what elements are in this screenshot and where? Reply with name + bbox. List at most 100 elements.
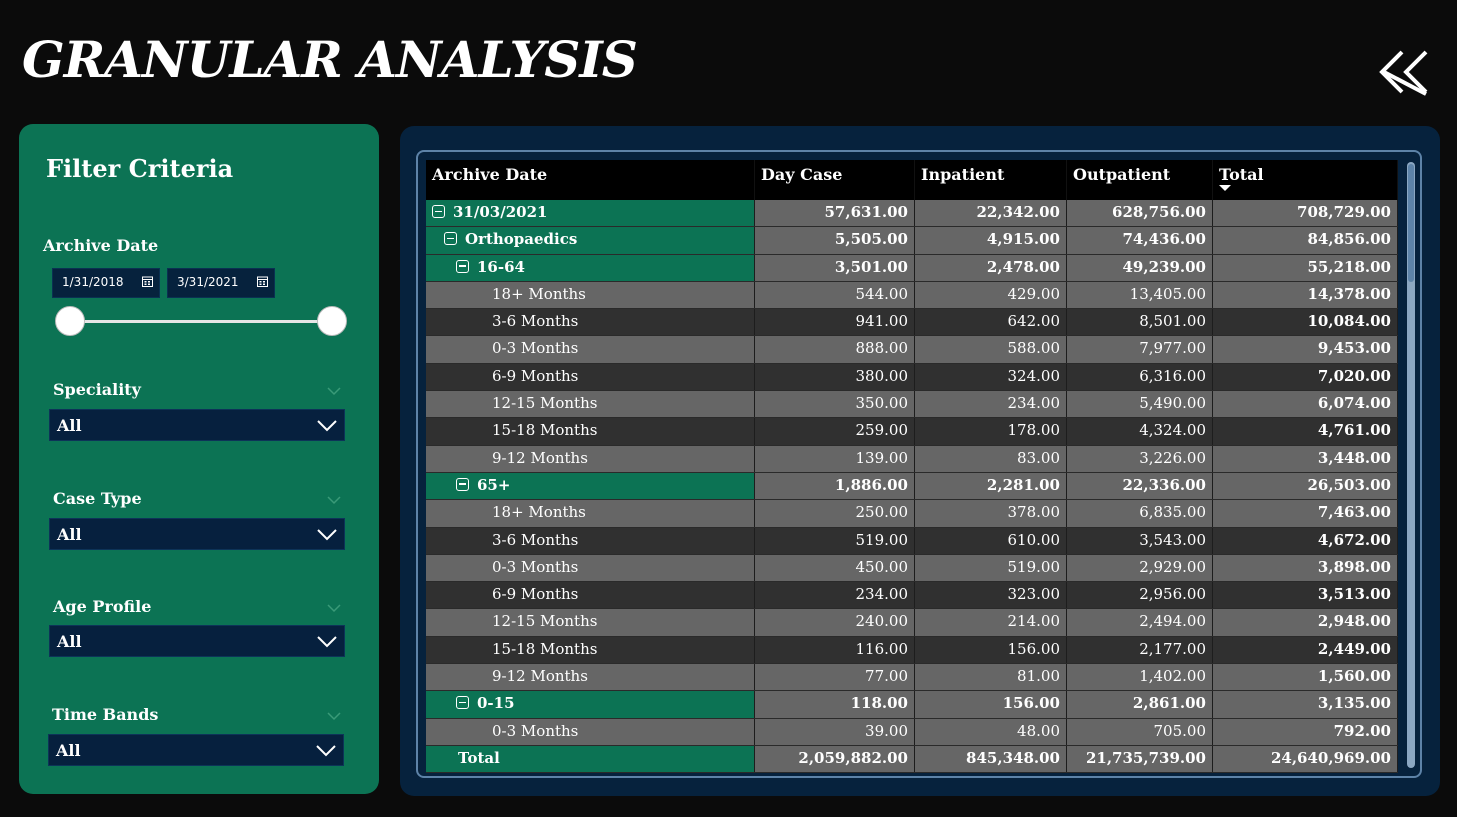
table-row: 3-6 Months 941.00 642.00 8,501.00 10,084.00 <box>426 309 1398 337</box>
day-case-cell: 250.00 <box>755 500 915 527</box>
outpatient-cell: 49,239.00 <box>1067 254 1213 281</box>
calendar-icon[interactable] <box>257 276 268 287</box>
column-header-total-label: Total <box>1219 165 1264 184</box>
inpatient-cell: 429.00 <box>915 281 1067 309</box>
total-cell: 708,729.00 <box>1213 200 1398 227</box>
table-row: Orthopaedics 5,505.00 4,915.00 74,436.00 84,… <box>426 227 1398 255</box>
collapse-icon[interactable] <box>444 232 457 246</box>
day-case-cell: 39.00 <box>755 718 915 745</box>
day-case-cell: 5,505.00 <box>755 227 915 254</box>
collapse-icon[interactable] <box>456 477 469 491</box>
table-row: 6-9 Months 234.00 323.00 2,956.00 3,513.00 <box>426 582 1398 610</box>
inpatient-cell: 324.00 <box>915 363 1067 391</box>
inpatient-cell: 610.00 <box>915 527 1067 554</box>
column-header-day-case[interactable]: Day Case <box>755 160 915 200</box>
day-case-cell: 240.00 <box>755 609 915 636</box>
total-cell: 7,020.00 <box>1213 363 1398 391</box>
total-cell: 1,560.00 <box>1213 664 1398 691</box>
day-case-cell: 116.00 <box>755 636 915 664</box>
time-bands-dropdown[interactable]: All <box>48 734 344 766</box>
day-case-cell: 259.00 <box>755 418 915 445</box>
table-panel: Archive Date Day Case Inpatient Outpatie… <box>400 126 1440 796</box>
date-range-slider-track[interactable] <box>69 320 333 323</box>
table-row: 0-3 Months 888.00 588.00 7,977.00 9,453.00 <box>426 336 1398 364</box>
row-label-cell: 9-12 Months <box>426 445 755 472</box>
column-header-inpatient[interactable]: Inpatient <box>915 160 1067 200</box>
day-case-cell: 941.00 <box>755 309 915 336</box>
table-row: 15-18 Months 116.00 156.00 2,177.00 2,449.00 <box>426 636 1398 665</box>
inpatient-cell: 178.00 <box>915 418 1067 445</box>
row-label-cell: 15-18 Months <box>426 418 755 445</box>
case-type-dropdown[interactable]: All <box>49 518 345 550</box>
total-total: 24,640,969.00 <box>1213 745 1398 773</box>
table-row: 12-15 Months 350.00 234.00 5,490.00 6,074.00 <box>426 391 1398 419</box>
calendar-icon[interactable] <box>142 276 153 287</box>
row-label-cell: 0-15 <box>426 691 755 718</box>
inpatient-cell: 156.00 <box>915 636 1067 664</box>
total-cell: 3,448.00 <box>1213 445 1398 472</box>
chevron-down-icon[interactable] <box>327 386 341 396</box>
chevron-down-icon[interactable] <box>327 495 341 505</box>
speciality-dropdown[interactable]: All <box>49 409 345 441</box>
filter-panel: Filter Criteria Archive Date 1/31/2018 3… <box>19 124 379 794</box>
row-label: 18+ Months <box>492 503 586 522</box>
end-date-input[interactable]: 3/31/2021 <box>167 268 275 298</box>
start-date-input[interactable]: 1/31/2018 <box>52 268 160 298</box>
total-cell: 55,218.00 <box>1213 254 1398 281</box>
day-case-cell: 139.00 <box>755 445 915 472</box>
chevron-down-icon[interactable] <box>327 603 341 613</box>
back-button[interactable] <box>1378 48 1430 98</box>
outpatient-cell: 3,226.00 <box>1067 445 1213 472</box>
row-label-cell: Orthopaedics <box>426 227 755 254</box>
speciality-value: All <box>57 416 82 435</box>
collapse-icon[interactable] <box>456 696 469 710</box>
table-row: 9-12 Months 139.00 83.00 3,226.00 3,448.00 <box>426 445 1398 473</box>
row-label: 3-6 Months <box>492 312 579 331</box>
outpatient-cell: 13,405.00 <box>1067 281 1213 309</box>
inpatient-cell: 588.00 <box>915 336 1067 363</box>
chevron-down-icon <box>317 529 337 541</box>
page-title: GRANULAR ANALYSIS <box>22 30 638 89</box>
day-case-cell: 234.00 <box>755 582 915 609</box>
row-label: 12-15 Months <box>492 612 598 631</box>
total-cell: 4,672.00 <box>1213 527 1398 554</box>
day-case-cell: 544.00 <box>755 281 915 309</box>
table-row: 18+ Months 250.00 378.00 6,835.00 7,463.00 <box>426 500 1398 528</box>
column-header-total[interactable]: Total <box>1213 160 1398 200</box>
inpatient-cell: 2,281.00 <box>915 472 1067 500</box>
outpatient-cell: 5,490.00 <box>1067 391 1213 418</box>
row-label-cell: 0-3 Months <box>426 718 755 745</box>
row-label-cell: 18+ Months <box>426 281 755 309</box>
scrollbar-thumb[interactable] <box>1408 164 1414 282</box>
age-profile-dropdown[interactable]: All <box>49 625 345 657</box>
row-label-cell: 18+ Months <box>426 500 755 527</box>
date-range-end-handle[interactable] <box>317 306 347 336</box>
total-cell: 9,453.00 <box>1213 336 1398 363</box>
total-cell: 10,084.00 <box>1213 309 1398 336</box>
row-label: 31/03/2021 <box>453 203 548 221</box>
row-label: 12-15 Months <box>492 394 598 413</box>
row-label-cell: 3-6 Months <box>426 527 755 554</box>
row-label: 0-3 Months <box>492 721 579 740</box>
total-day-case: 2,059,882.00 <box>755 745 915 773</box>
table-row: 0-3 Months 450.00 519.00 2,929.00 3,898.00 <box>426 554 1398 583</box>
row-label: 16-64 <box>477 257 525 276</box>
row-label-cell: 9-12 Months <box>426 664 755 691</box>
row-label: 0-3 Months <box>492 557 579 576</box>
outpatient-cell: 6,316.00 <box>1067 363 1213 391</box>
day-case-cell: 450.00 <box>755 554 915 582</box>
chevron-down-icon[interactable] <box>327 711 341 721</box>
collapse-icon[interactable] <box>456 259 469 273</box>
outpatient-cell: 2,177.00 <box>1067 636 1213 664</box>
table-body: 31/03/2021 57,631.00 22,342.00 628,756.00 70… <box>426 200 1398 746</box>
collapse-icon[interactable] <box>432 205 445 218</box>
inpatient-cell: 156.00 <box>915 691 1067 718</box>
outpatient-cell: 7,977.00 <box>1067 336 1213 363</box>
column-header-archive-date[interactable]: Archive Date <box>426 160 755 200</box>
date-range-start-handle[interactable] <box>55 306 85 336</box>
filter-title: Filter Criteria <box>46 154 234 183</box>
case-type-value: All <box>57 525 82 544</box>
column-header-outpatient[interactable]: Outpatient <box>1067 160 1213 200</box>
vertical-scrollbar[interactable] <box>1407 162 1415 768</box>
inpatient-cell: 4,915.00 <box>915 227 1067 254</box>
